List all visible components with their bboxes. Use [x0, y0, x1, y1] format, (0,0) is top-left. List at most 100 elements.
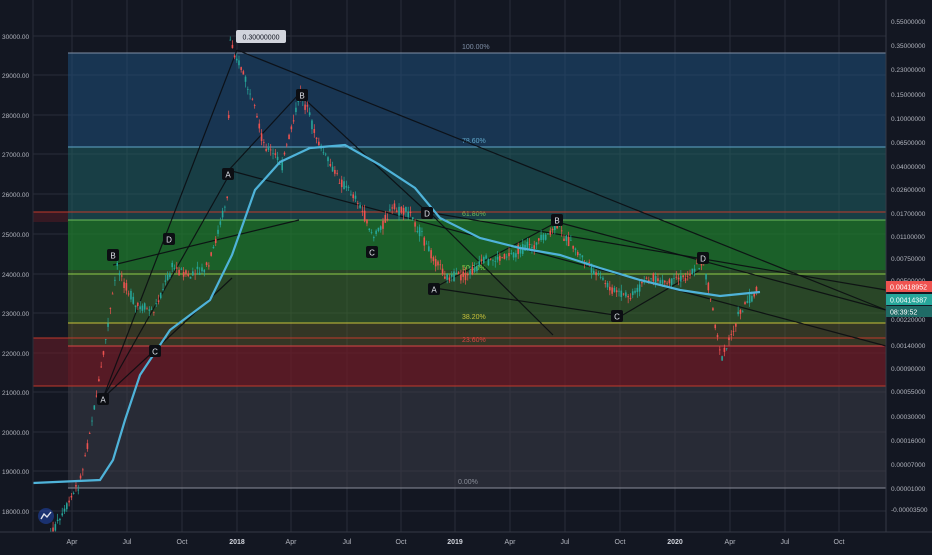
fib-label: 100.00%	[462, 44, 490, 51]
x-tick-label: 2019	[447, 539, 463, 546]
candle-body	[457, 272, 460, 275]
candle-body	[542, 234, 545, 240]
price-chart[interactable]: 100.00%78.60%61.80%50.00%38.20%23.60%0.0…	[0, 0, 932, 550]
right-tick-label: 0.04000000	[891, 164, 926, 171]
candle-body	[54, 524, 57, 531]
right-tick-label: 0.00016000	[891, 438, 926, 445]
candle-body	[499, 255, 501, 261]
candle-body	[345, 185, 348, 188]
wave-label: A	[100, 396, 106, 405]
wave-label: D	[166, 236, 172, 245]
candle-body	[716, 335, 719, 337]
candle-body	[469, 270, 471, 275]
fib-zone	[68, 346, 886, 386]
candle-body	[130, 290, 132, 300]
candle-body	[455, 272, 458, 274]
candle-body	[331, 166, 334, 172]
candle-body	[233, 55, 236, 58]
candle-body	[508, 252, 510, 257]
candle-body	[338, 182, 341, 184]
candle-body	[627, 295, 629, 298]
left-tick-label: 30000.00	[2, 34, 29, 41]
candle-body	[691, 268, 694, 275]
candle-body	[751, 296, 753, 302]
right-tick-label: 0.23000000	[891, 67, 926, 74]
right-tick-label: 0.00001000	[891, 486, 926, 493]
candle-body	[597, 273, 600, 274]
candle-body	[93, 405, 96, 410]
candle-body	[551, 229, 554, 231]
candle-body	[721, 356, 723, 361]
candle-body	[98, 379, 100, 382]
candle-body	[684, 278, 687, 281]
x-tick-label: Apr	[67, 539, 79, 546]
candle-body	[68, 500, 70, 503]
candle-body	[666, 282, 668, 284]
candle-body	[444, 276, 446, 279]
candle-body	[219, 221, 222, 225]
candle-body	[714, 324, 717, 329]
wave-label: C	[614, 313, 620, 322]
candle-body	[267, 147, 270, 150]
candle-body	[132, 296, 135, 304]
candle-body	[730, 334, 733, 336]
candle-body	[205, 262, 208, 266]
right-tick-label: 0.00055000	[891, 389, 926, 396]
candle-body	[689, 273, 691, 276]
candle-body	[368, 228, 371, 231]
candle-body	[709, 298, 712, 300]
candle-body	[492, 259, 494, 261]
candle-body	[515, 253, 517, 258]
candle-body	[143, 303, 146, 310]
candle-body	[155, 303, 157, 305]
candle-body	[162, 289, 164, 290]
candle-body	[686, 276, 689, 278]
candle-body	[595, 272, 597, 276]
chart-root[interactable]: 100.00%78.60%61.80%50.00%38.20%23.60%0.0…	[0, 0, 932, 550]
candle-body	[260, 133, 263, 141]
candle-body	[748, 294, 751, 303]
candle-body	[664, 280, 666, 283]
candle-body	[466, 273, 469, 276]
right-tick-label: 0.10000000	[891, 116, 926, 123]
candle-body	[398, 206, 400, 216]
candle-body	[324, 153, 327, 155]
right-tick-label: 0.02600000	[891, 187, 926, 194]
candle-body	[311, 120, 313, 130]
right-tick-label: 0.01100000	[891, 234, 925, 241]
candle-body	[304, 104, 306, 110]
left-tick-label: 27000.00	[2, 152, 29, 159]
candle-body	[77, 489, 80, 491]
candle-body	[592, 270, 595, 275]
candle-body	[283, 152, 286, 155]
candle-body	[118, 273, 121, 276]
candle-body	[263, 142, 265, 144]
candle-body	[238, 60, 240, 66]
candle-body	[737, 311, 739, 315]
left-tick-label: 21000.00	[2, 390, 29, 397]
candle-body	[153, 311, 155, 313]
candle-body	[400, 206, 403, 213]
candle-body	[292, 120, 295, 122]
candle-body	[563, 238, 565, 241]
x-tick-label: Oct	[834, 539, 845, 546]
wave-label: B	[299, 92, 304, 101]
candle-body	[258, 123, 261, 129]
candle-body	[634, 290, 636, 293]
left-tick-label: 22000.00	[2, 351, 29, 358]
candle-body	[256, 116, 258, 118]
candle-body	[386, 218, 389, 220]
candle-body	[693, 268, 696, 272]
candle-body	[677, 277, 680, 280]
high-marker-text: 0.30000000	[243, 35, 280, 42]
candle-body	[588, 262, 591, 263]
left-tick-label: 24000.00	[2, 272, 29, 279]
candle-body	[439, 264, 442, 266]
candle-body	[373, 236, 375, 239]
candle-body	[544, 234, 547, 240]
candle-body	[487, 258, 490, 266]
candle-body	[88, 433, 91, 434]
candle-body	[198, 272, 201, 275]
candle-body	[329, 164, 332, 166]
candle-body	[229, 39, 232, 41]
